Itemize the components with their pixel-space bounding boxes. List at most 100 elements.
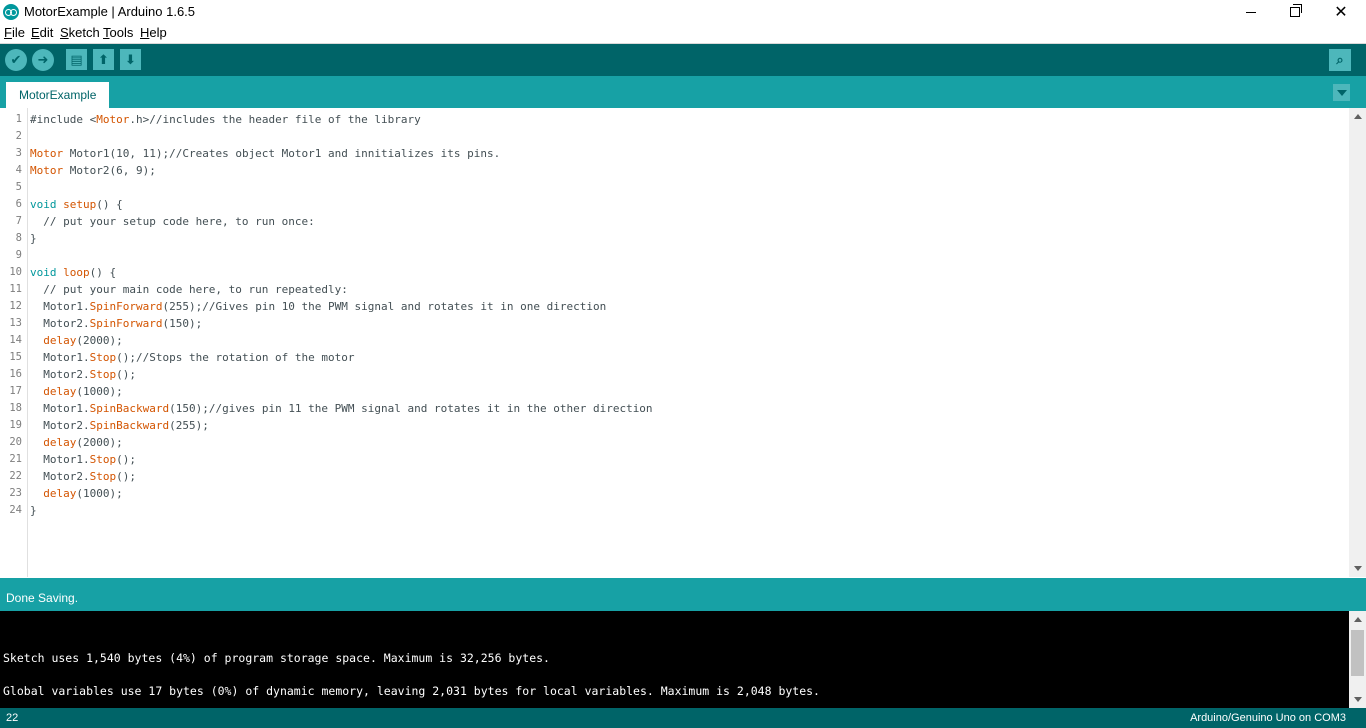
line-number: 20 (9, 436, 22, 448)
code-token: Motor1(10, 11); (63, 147, 170, 160)
scroll-down-icon[interactable] (1354, 566, 1362, 571)
code-line[interactable]: Motor2.SpinForward(150); (30, 315, 653, 332)
line-number: 5 (15, 181, 22, 193)
new-file-icon: ▤ (70, 51, 83, 67)
tab-bar: MotorExample (0, 76, 1366, 108)
scroll-up-icon[interactable] (1354, 617, 1362, 622)
tab-motorexample[interactable]: MotorExample (6, 82, 110, 108)
code-token: loop (63, 266, 90, 279)
line-number: 23 (9, 487, 22, 499)
triangle-down-icon (1336, 89, 1347, 96)
code-token: (255); (162, 300, 203, 313)
line-number: 8 (15, 232, 22, 244)
verify-button[interactable]: ✔ (5, 49, 27, 71)
code-editor[interactable]: 1 2 3 4 5 6 7 8 9 10 11 12 13 14 15 16 17 18 19 20 21 22 23 24 … (0, 108, 1366, 577)
code-token: (2000); (76, 436, 123, 449)
line-number-gutter: 1 2 3 4 5 6 7 8 9 10 11 12 13 14 15 16 17 18 19 20 21 22 23 24 (0, 108, 28, 577)
code-line[interactable]: Motor2.Stop(); (30, 366, 653, 383)
code-token: setup (63, 198, 97, 211)
line-number: 16 (9, 368, 22, 380)
code-line[interactable]: // put your main code here, to run repea… (30, 281, 653, 298)
code-line[interactable]: #include <Motor.h>//includes the header … (30, 111, 653, 128)
menu-file[interactable]: File (4, 25, 25, 40)
menu-edit[interactable]: Edit (31, 25, 53, 40)
code-text-area[interactable]: #include <Motor.h>//includes the header … (30, 111, 653, 519)
menu-tools[interactable]: Tools (103, 25, 133, 40)
console-scrollbar[interactable] (1349, 611, 1366, 708)
minimize-button[interactable] (1228, 0, 1274, 24)
window-title: MotorExample | Arduino 1.6.5 (24, 4, 196, 19)
code-line[interactable]: // put your setup code here, to run once… (30, 213, 653, 230)
code-line[interactable] (30, 179, 653, 196)
code-line[interactable]: delay(1000); (30, 383, 653, 400)
code-token: Stop (89, 351, 117, 364)
code-token: Stop (89, 368, 117, 381)
code-token: Motor (96, 113, 130, 126)
code-line[interactable]: Motor Motor1(10, 11);//Creates object Mo… (30, 145, 653, 162)
code-token: .h> (129, 113, 150, 126)
code-token: delay (43, 487, 77, 500)
restore-icon (1290, 4, 1302, 17)
code-line[interactable]: delay(1000); (30, 485, 653, 502)
arrow-down-icon: ⬇ (125, 51, 136, 67)
line-number: 1 (15, 113, 22, 125)
code-token: (150); (162, 317, 203, 330)
line-number: 15 (9, 351, 22, 363)
tab-menu-button[interactable] (1333, 84, 1350, 101)
code-token: (1000); (76, 385, 123, 398)
code-line[interactable]: Motor1.Stop();//Stops the rotation of th… (30, 349, 653, 366)
magnifier-icon: ⌕ (1336, 52, 1344, 67)
code-token: //gives pin 11 the PWM signal and rotate… (208, 402, 653, 415)
code-line[interactable]: } (30, 502, 653, 519)
code-line[interactable]: Motor2.Stop(); (30, 468, 653, 485)
code-line[interactable]: } (30, 230, 653, 247)
code-line[interactable]: Motor Motor2(6, 9); (30, 162, 653, 179)
restore-button[interactable] (1272, 0, 1318, 24)
menu-help[interactable]: Help (140, 25, 167, 40)
code-line[interactable] (30, 247, 653, 264)
line-number: 13 (9, 317, 22, 329)
upload-button[interactable]: ➜ (32, 49, 54, 71)
code-token: Stop (89, 470, 117, 483)
line-number: 6 (15, 198, 22, 210)
line-number: 10 (9, 266, 22, 278)
code-line[interactable]: Motor1.SpinBackward(150);//gives pin 11 … (30, 400, 653, 417)
code-token: Motor2. (30, 317, 90, 330)
line-number: 2 (15, 130, 22, 142)
open-button[interactable]: ⬆ (93, 49, 114, 70)
line-number: 9 (15, 249, 22, 261)
code-line[interactable]: void setup() { (30, 196, 653, 213)
code-token: //Gives pin 10 the PWM signal and rotate… (202, 300, 607, 313)
line-number: 22 (9, 470, 22, 482)
status-bar: Done Saving. (0, 577, 1366, 612)
console-line: Sketch uses 1,540 bytes (4%) of program … (3, 651, 550, 665)
scroll-up-icon[interactable] (1354, 114, 1362, 119)
code-token: //Creates object Motor1 and innitializes… (169, 147, 501, 160)
menu-sketch[interactable]: Sketch (60, 25, 100, 40)
code-line[interactable]: Motor1.SpinForward(255);//Gives pin 10 t… (30, 298, 653, 315)
code-token: void (30, 266, 57, 279)
code-line[interactable]: Motor1.Stop(); (30, 451, 653, 468)
code-token: (); (116, 453, 136, 466)
code-token: delay (43, 436, 77, 449)
code-line[interactable]: delay(2000); (30, 434, 653, 451)
new-sketch-button[interactable]: ▤ (66, 49, 87, 70)
code-line[interactable]: Motor2.SpinBackward(255); (30, 417, 653, 434)
code-line[interactable] (30, 128, 653, 145)
line-number: 18 (9, 402, 22, 414)
console-scroll-thumb[interactable] (1351, 630, 1364, 676)
editor-scrollbar[interactable] (1349, 108, 1366, 577)
code-token: (150); (169, 402, 209, 415)
serial-monitor-button[interactable]: ⌕ (1329, 49, 1351, 71)
code-line[interactable]: void loop() { (30, 264, 653, 281)
scroll-down-icon[interactable] (1354, 697, 1362, 702)
close-button[interactable]: ✕ (1318, 0, 1364, 24)
line-number: 11 (9, 283, 22, 295)
code-line[interactable]: delay(2000); (30, 332, 653, 349)
save-button[interactable]: ⬇ (120, 49, 141, 70)
line-number: 17 (9, 385, 22, 397)
title-bar: MotorExample | Arduino 1.6.5 ✕ (0, 0, 1366, 24)
code-token: (2000); (76, 334, 123, 347)
line-number: 14 (9, 334, 22, 346)
